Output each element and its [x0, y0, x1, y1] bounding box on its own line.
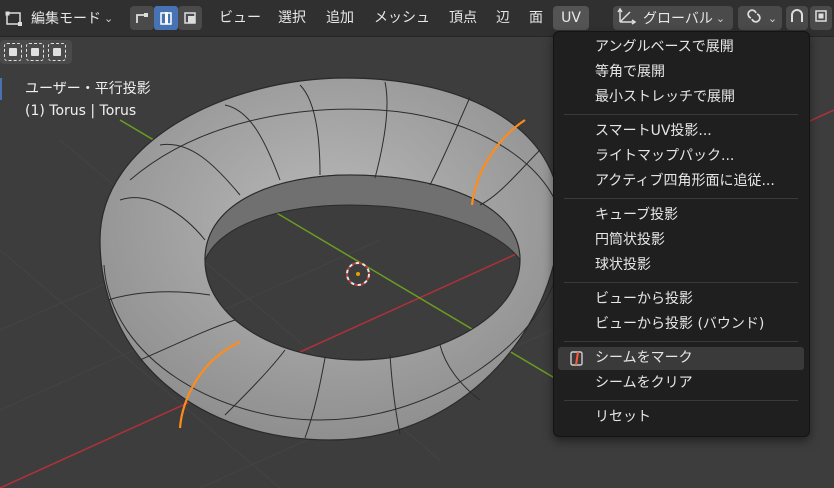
- menu-item-unwrap-angle-based[interactable]: アングルベースで展開: [558, 36, 804, 59]
- menu-item-project-from-view[interactable]: ビューから投影: [558, 288, 804, 311]
- menu-separator: [564, 198, 798, 199]
- chevron-down-icon: ⌄: [104, 11, 114, 25]
- menu-item-cube-projection[interactable]: キューブ投影: [558, 204, 804, 227]
- view-name: ユーザー・平行投影: [25, 81, 151, 97]
- transform-orientation-label: グローバル: [643, 11, 713, 27]
- menu-vertex[interactable]: 頂点: [443, 6, 483, 30]
- snap-toggle-button[interactable]: [786, 6, 808, 30]
- menu-separator: [564, 282, 798, 283]
- mode-selector[interactable]: 編集モード ⌄: [28, 6, 122, 30]
- menu-view[interactable]: ビュー: [213, 6, 267, 30]
- menu-face[interactable]: 面: [523, 6, 549, 30]
- menu-item-clear-seam[interactable]: シームをクリア: [558, 372, 804, 395]
- seam-mark-icon: [569, 350, 585, 367]
- mode-label: 編集モード: [31, 11, 101, 27]
- menu-select[interactable]: 選択: [272, 6, 312, 30]
- menu-uv[interactable]: UV: [553, 6, 589, 30]
- menu-separator: [564, 400, 798, 401]
- edge-select-button[interactable]: [154, 6, 178, 30]
- chevron-down-icon: ⌄: [767, 11, 778, 25]
- select-subtract-icon[interactable]: [48, 43, 66, 61]
- torus-mesh[interactable]: [99, 77, 561, 441]
- menu-item-reset[interactable]: リセット: [558, 406, 804, 429]
- toolbar-edge-marker: [0, 78, 2, 100]
- vertex-select-button[interactable]: [130, 6, 154, 30]
- object-info: (1) Torus | Torus: [25, 103, 137, 119]
- snap-magnet-icon: [789, 8, 805, 28]
- menu-item-cylinder-projection[interactable]: 円筒状投影: [558, 229, 804, 252]
- link-icon: [743, 7, 765, 29]
- face-select-button[interactable]: [178, 6, 202, 30]
- menu-item-sphere-projection[interactable]: 球状投影: [558, 254, 804, 277]
- menu-item-follow-active-quads[interactable]: アクティブ四角形面に追従...: [558, 170, 804, 193]
- mark-seam-label: シームをマーク: [595, 350, 693, 366]
- editor-type-icon[interactable]: [4, 6, 24, 30]
- menu-separator: [564, 114, 798, 115]
- menu-item-minimum-stretch[interactable]: 最小ストレッチで展開: [558, 86, 804, 109]
- chevron-down-icon: ⌄: [715, 11, 726, 25]
- menu-add[interactable]: 追加: [320, 6, 360, 30]
- menu-item-unwrap-conformal[interactable]: 等角で展開: [558, 61, 804, 84]
- transform-orientation-icon: [617, 7, 637, 29]
- uv-dropdown-menu: アングルベースで展開 等角で展開 最小ストレッチで展開 スマートUV投影... …: [553, 31, 810, 437]
- select-new-icon[interactable]: [4, 43, 22, 61]
- pivot-point-selector[interactable]: ⌄: [738, 6, 782, 30]
- proportional-edit-button[interactable]: [810, 6, 832, 30]
- menu-edge[interactable]: 辺: [490, 6, 516, 30]
- selection-mode-buttons: [0, 40, 72, 64]
- viewport-info-overlay: ユーザー・平行投影 (1) Torus | Torus: [25, 78, 151, 122]
- menu-item-smart-uv-project[interactable]: スマートUV投影...: [558, 120, 804, 143]
- menu-item-mark-seam[interactable]: シームをマーク: [558, 347, 804, 370]
- transform-orientation-selector[interactable]: グローバル ⌄: [613, 6, 733, 30]
- menu-mesh[interactable]: メッシュ: [368, 6, 436, 30]
- square-icon: [814, 9, 828, 27]
- select-extend-icon[interactable]: [26, 43, 44, 61]
- menu-item-project-from-view-bounds[interactable]: ビューから投影 (バウンド): [558, 313, 804, 336]
- menu-separator: [564, 341, 798, 342]
- 3d-cursor[interactable]: [346, 262, 370, 286]
- menu-item-lightmap-pack[interactable]: ライトマップパック...: [558, 145, 804, 168]
